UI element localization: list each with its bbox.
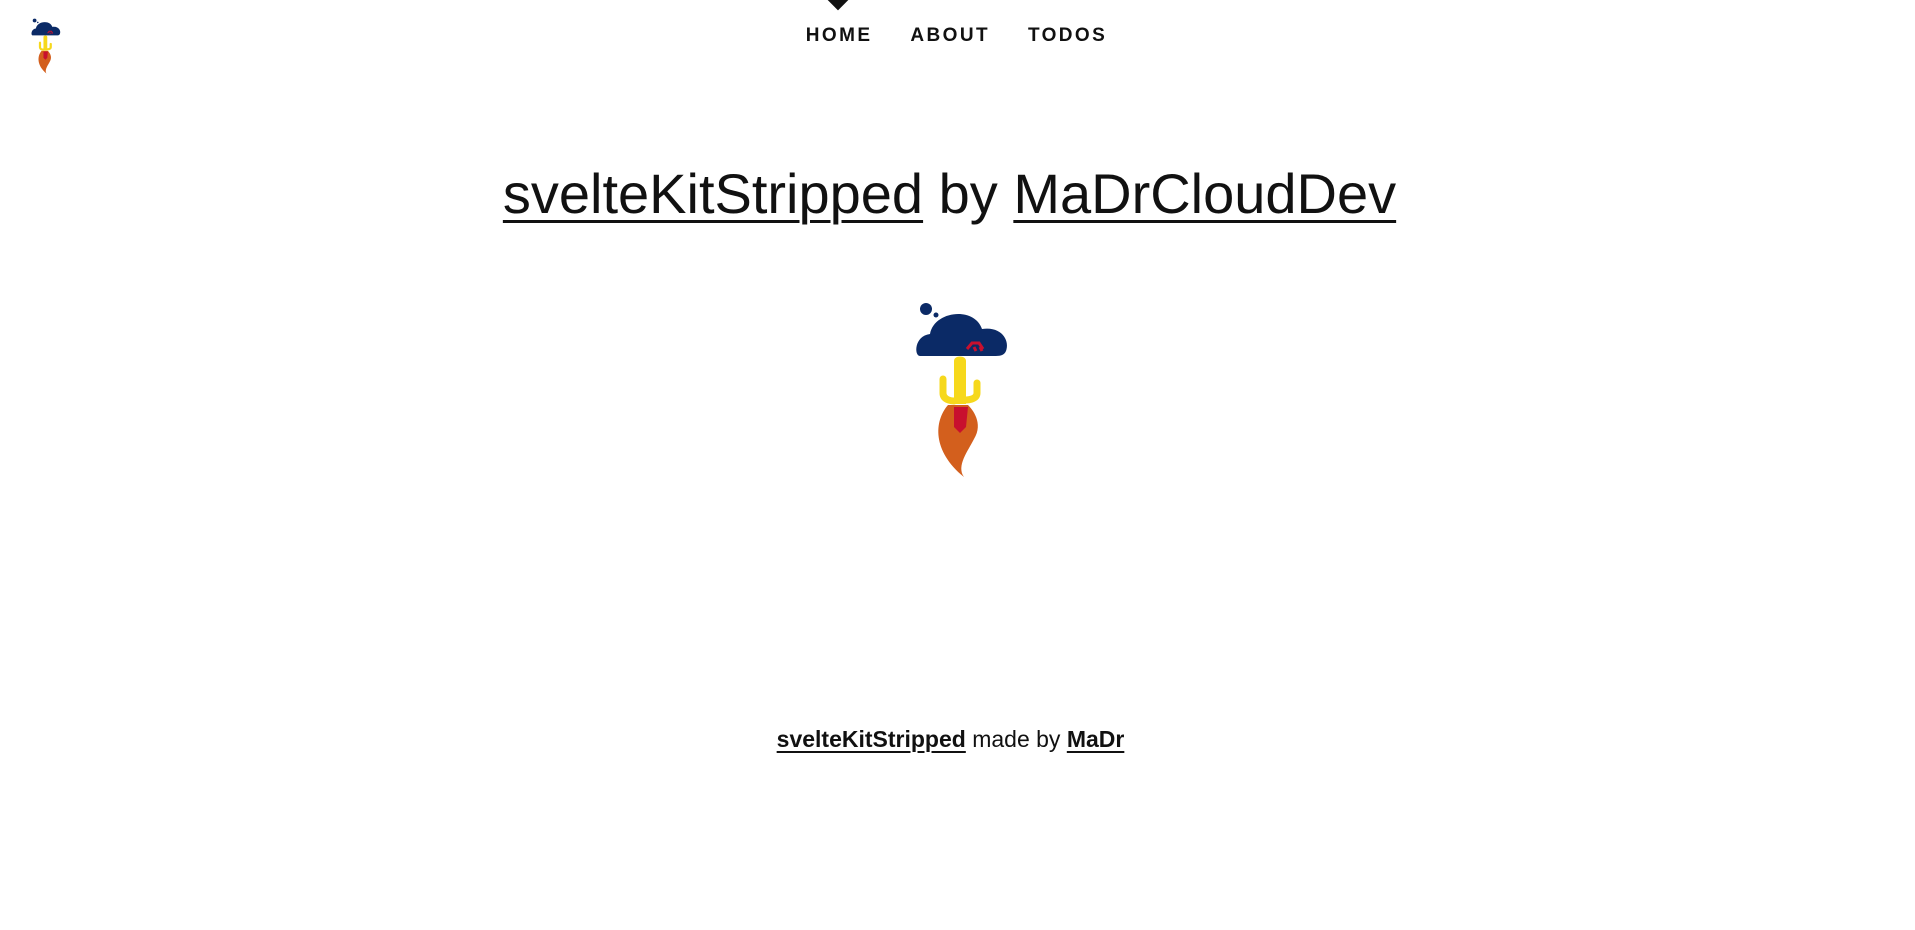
nav-list: Home About Todos (787, 0, 1126, 47)
site-header: Home About Todos (0, 0, 1915, 74)
site-footer: svelteKitStripped made by MaDr (0, 726, 1908, 753)
title-connector: by (923, 162, 1014, 225)
footer-connector: made by (965, 726, 1067, 752)
active-page-indicator (826, 0, 850, 11)
cloud-cactus-rocket-logo-icon (915, 302, 1007, 477)
nav-item-label: Home (805, 25, 873, 46)
footer-project-link[interactable]: svelteKitStripped (777, 726, 966, 752)
nav-item-label: About (910, 25, 990, 46)
nav-item-home[interactable]: Home (787, 0, 892, 47)
page-title: svelteKitStripped by MaDrCloudDev (0, 163, 1907, 225)
nav-item-about[interactable]: About (891, 0, 1009, 47)
nav-item-todos[interactable]: Todos (1009, 0, 1126, 47)
main-nav: Home About Todos (0, 0, 1915, 47)
main-content: svelteKitStripped by MaDrCloudDev (0, 163, 1915, 497)
author-link[interactable]: MaDrCloudDev (1013, 162, 1396, 225)
footer-author-link[interactable]: MaDr (1067, 726, 1125, 752)
project-link[interactable]: svelteKitStripped (503, 162, 923, 225)
nav-item-label: Todos (1027, 25, 1108, 46)
